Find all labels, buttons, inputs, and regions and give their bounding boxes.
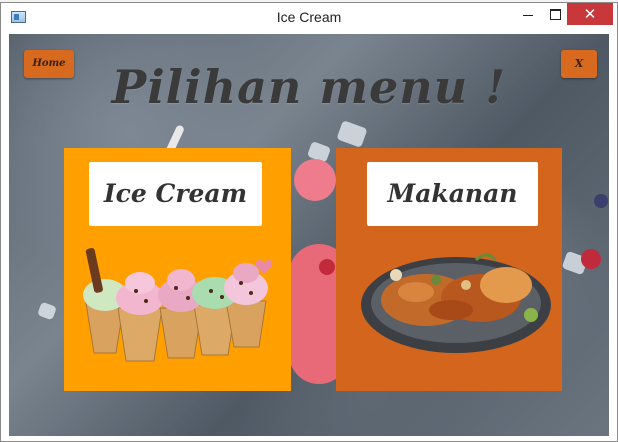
main-panel: Home X Pilihan menu ! Ice Cream Makanan	[9, 34, 609, 436]
menu-card-makanan[interactable]: Makanan	[336, 148, 562, 391]
title-bar: Ice Cream ✕	[1, 3, 617, 33]
minimize-button[interactable]	[513, 3, 543, 25]
app-window: Ice Cream ✕ Home X Pilihan menu ! Ice Cr…	[0, 2, 618, 442]
page-title: Pilihan menu !	[111, 60, 507, 114]
ice-cream-cones-icon	[83, 248, 273, 362]
menu-card-label: Ice Cream	[89, 162, 262, 226]
menu-card-label: Makanan	[367, 162, 538, 226]
menu-card-ice-cream[interactable]: Ice Cream	[64, 148, 291, 391]
pink-scoop-decor	[294, 159, 336, 201]
raspberry-decor	[319, 259, 335, 275]
ice-cube-decor	[37, 301, 57, 321]
maximize-button[interactable]	[540, 3, 570, 25]
raspberry-decor	[581, 249, 601, 269]
blueberry-decor	[594, 194, 608, 208]
ice-cube-decor	[336, 120, 368, 148]
close-button[interactable]: ✕	[567, 3, 613, 25]
seafood-platter-icon	[361, 253, 551, 353]
